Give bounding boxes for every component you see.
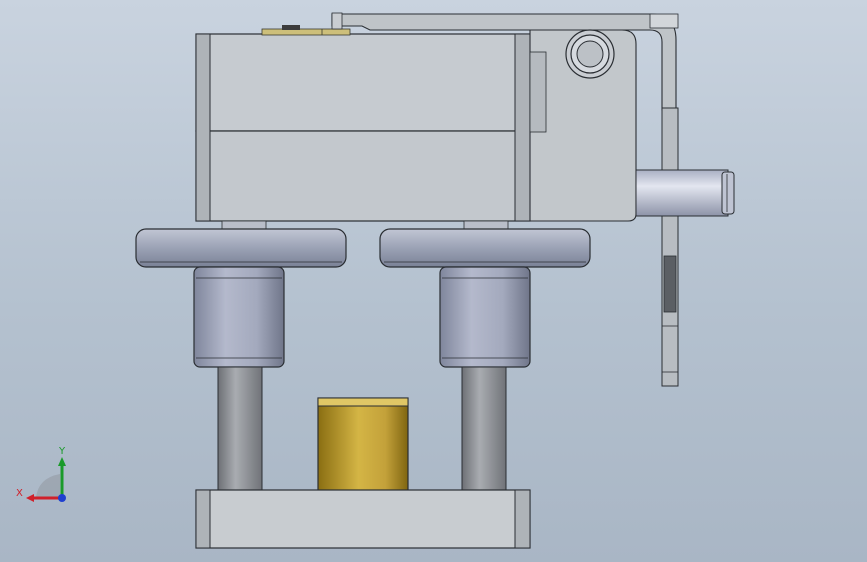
vertical-linkage-bar (661, 107, 679, 387)
base-body (195, 489, 531, 549)
shaft-end-cap (721, 171, 735, 215)
shaft-body (635, 169, 729, 217)
triad-x-label: X (16, 488, 23, 499)
triad-y-label: Y (58, 446, 66, 457)
linkage-dark-block (663, 255, 677, 313)
housing-upper-body (195, 33, 531, 132)
housing[interactable] (195, 25, 531, 222)
housing-right-flange (514, 33, 531, 222)
triad-plane-shade (36, 474, 60, 498)
top-plate-knob (282, 25, 300, 30)
housing-lower-body (195, 130, 531, 222)
triad-x-arrow-icon (26, 494, 34, 502)
assembly-drawing[interactable]: X Y (0, 0, 867, 562)
top-plate (261, 28, 351, 36)
base-block[interactable] (195, 489, 531, 549)
right-sleeve (439, 266, 531, 368)
left-roller-wheel (135, 228, 347, 268)
brass-bushing[interactable] (317, 397, 409, 492)
bracket-inner-slot (529, 51, 547, 133)
bracket-small-bolt (331, 12, 343, 30)
base-left-flange (195, 489, 211, 549)
pivot-pin-core (576, 40, 604, 68)
triad-z-axis-dot (58, 494, 66, 502)
orientation-triad[interactable]: X Y (16, 446, 66, 502)
triad-y-arrow-icon (58, 457, 66, 466)
housing-left-flange (195, 33, 211, 222)
right-roller-assembly[interactable] (379, 220, 591, 492)
right-roller-wheel (379, 228, 591, 268)
left-sleeve (193, 266, 285, 368)
bushing-lip (317, 397, 409, 407)
cad-viewport[interactable]: X Y (0, 0, 867, 562)
side-shaft[interactable] (635, 169, 735, 217)
bracket-top-cap (649, 13, 679, 29)
right-guide-post (461, 366, 507, 492)
base-right-flange (514, 489, 531, 549)
left-guide-post (217, 366, 263, 492)
bushing-body (317, 397, 409, 492)
left-roller-assembly[interactable] (135, 220, 347, 492)
